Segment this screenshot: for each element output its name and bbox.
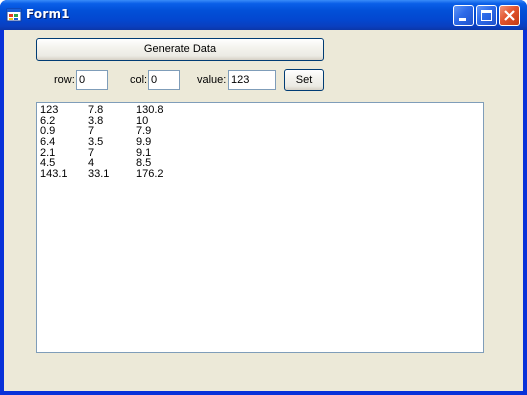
col-label: col: bbox=[130, 74, 148, 86]
row-label: row: bbox=[54, 74, 75, 86]
set-button[interactable]: Set bbox=[284, 69, 324, 91]
output-textbox[interactable]: 123 7.8 130.8 6.2 3.8 10 0.9 7 7.9 6.4 3… bbox=[36, 102, 484, 353]
close-icon bbox=[504, 10, 515, 21]
data-cell: 33.1 bbox=[88, 168, 110, 181]
data-row-total: 143.1 33.1 176.2 bbox=[40, 169, 483, 180]
minimize-icon bbox=[459, 18, 466, 21]
generate-data-button[interactable]: Generate Data bbox=[36, 38, 324, 61]
minimize-button[interactable] bbox=[453, 5, 474, 26]
title-bar[interactable]: Form1 bbox=[0, 0, 527, 30]
data-row: 6.2 3.8 10 bbox=[40, 115, 483, 127]
data-cell: 143.1 bbox=[40, 168, 68, 181]
form1-window: Form1 Generate Data row: 0 col: 0 value:… bbox=[0, 0, 527, 395]
window-title: Form1 bbox=[26, 7, 70, 21]
data-cell: 176.2 bbox=[136, 168, 164, 181]
maximize-button[interactable] bbox=[476, 5, 497, 26]
row-input[interactable]: 0 bbox=[76, 70, 108, 90]
data-row: 123 7.8 130.8 bbox=[40, 105, 483, 116]
value-input[interactable]: 123 bbox=[228, 70, 276, 90]
close-button[interactable] bbox=[499, 5, 520, 26]
value-label: value: bbox=[197, 74, 227, 86]
data-row: 2.1 7 9.1 bbox=[40, 147, 483, 159]
data-row: 0.9 7 7.9 bbox=[40, 126, 483, 137]
col-input[interactable]: 0 bbox=[148, 70, 180, 90]
data-row: 6.4 3.5 9.9 bbox=[40, 137, 483, 148]
form-client-area: Generate Data row: 0 col: 0 value: 123 S… bbox=[4, 30, 523, 391]
form-icon[interactable] bbox=[6, 7, 22, 23]
maximize-icon bbox=[481, 10, 492, 21]
